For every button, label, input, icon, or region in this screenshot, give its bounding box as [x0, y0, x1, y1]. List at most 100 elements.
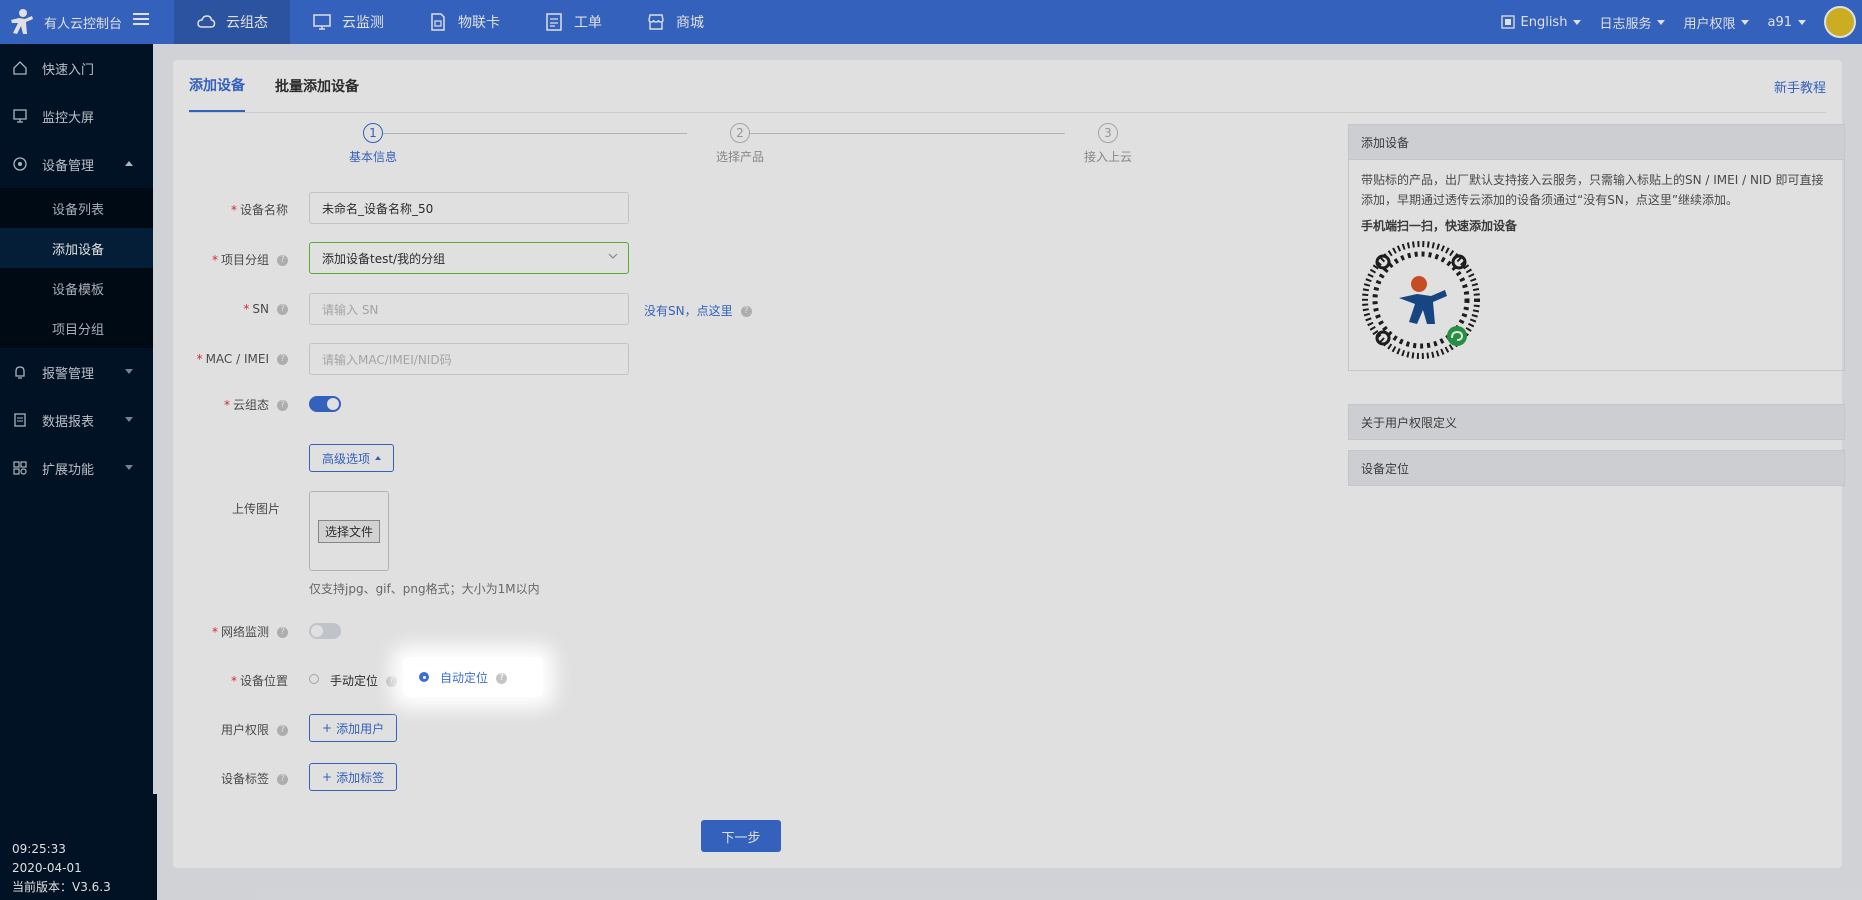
no-sn-link-wrap: 没有SN，点这里?: [644, 302, 752, 319]
sidebar-item-alarm[interactable]: 报警管理: [0, 348, 153, 396]
sidebar-subitem-project-group[interactable]: 项目分组: [0, 308, 153, 348]
plus-icon: +: [322, 770, 333, 784]
tutorial-link[interactable]: 新手教程: [1774, 77, 1826, 96]
device-tag-label: 设备标签?: [173, 770, 288, 787]
help-icon: ?: [277, 627, 288, 638]
add-tag-button[interactable]: + 添加标签: [309, 763, 398, 791]
sidebar-subitem-add-device[interactable]: 添加设备: [0, 228, 153, 268]
user-permission-label: 用户权限: [1683, 16, 1736, 32]
advanced-options-button[interactable]: 高级选项: [309, 444, 395, 472]
screen-icon: [13, 109, 27, 123]
qr-code-image: [1361, 240, 1481, 360]
sidebar-item-report[interactable]: 数据报表: [0, 396, 153, 444]
user-menu[interactable]: a91: [1767, 15, 1806, 30]
chevron-down-icon: [125, 369, 133, 374]
sidebar-item-label: 扩展功能: [42, 462, 95, 478]
language-icon: [1500, 15, 1515, 29]
logo-icon: [11, 9, 33, 34]
panel-description: 带贴标的产品，出厂默认支持接入云服务，只需输入标贴上的SN / IMEI / N…: [1361, 173, 1824, 207]
tab-add-device[interactable]: 添加设备: [189, 60, 245, 112]
user-permission-label: 用户权限?: [173, 721, 288, 738]
step-label-1: 基本信息: [348, 150, 397, 164]
auto-location-label[interactable]: 自动定位?: [440, 669, 508, 686]
store-icon: [648, 14, 664, 30]
manual-location-label[interactable]: 手动定位?: [330, 672, 398, 689]
cloud-config-toggle[interactable]: [309, 396, 341, 412]
sim-card-icon: [431, 13, 445, 31]
panel-title[interactable]: 关于用户权限定义: [1348, 404, 1845, 440]
advanced-label: 高级选项: [322, 451, 371, 466]
sidebar-item-extensions[interactable]: 扩展功能: [0, 444, 153, 492]
footer-date: 2020-04-01: [12, 861, 82, 875]
nav-cloud-config[interactable]: 云组态: [174, 0, 290, 44]
project-group-value: 添加设备test/我的分组: [322, 251, 446, 266]
sidebar-item-label: 报警管理: [42, 366, 95, 382]
manual-location-radio[interactable]: [309, 674, 319, 684]
nav-label: 云监测: [342, 15, 384, 31]
tour-spotlight: 自动定位?: [403, 657, 543, 697]
cloud-config-label: * 云组态?: [173, 396, 288, 413]
chevron-down-icon: [125, 465, 133, 470]
upload-box: 选择文件: [309, 491, 389, 571]
user-permission-menu[interactable]: 用户权限: [1683, 13, 1750, 32]
help-icon: ?: [277, 774, 288, 785]
network-monitor-label: * 网络监测?: [173, 623, 288, 640]
sidebar-item-label: 监控大屏: [42, 110, 95, 126]
panel-title[interactable]: 添加设备: [1348, 124, 1845, 160]
monitor-icon: [313, 14, 331, 30]
choose-file-button[interactable]: 选择文件: [317, 519, 380, 543]
log-service-menu[interactable]: 日志服务: [1599, 13, 1666, 32]
report-icon: [14, 413, 26, 427]
bell-icon: [15, 366, 25, 379]
auto-location-radio[interactable]: [419, 672, 429, 682]
cloud-icon: [197, 15, 216, 28]
plus-icon: +: [322, 721, 333, 735]
sidebar-footer: 09:25:33 2020-04-01 当前版本：V3.6.3: [0, 794, 157, 900]
sn-input[interactable]: 请输入 SN: [309, 293, 629, 325]
upload-hint: 仅支持jpg、gif、png格式；大小为1M以内: [309, 582, 540, 596]
step-label-2: 选择产品: [715, 150, 764, 164]
menu-icon[interactable]: [132, 10, 150, 28]
nav-sim-card[interactable]: 物联卡: [406, 0, 522, 44]
chevron-down-icon: [1657, 19, 1666, 25]
step-connector: [373, 133, 687, 134]
nav-cloud-monitor[interactable]: 云监测: [290, 0, 406, 44]
avatar[interactable]: [1824, 6, 1856, 38]
nav-store[interactable]: 商城: [624, 0, 726, 44]
project-group-select[interactable]: 添加设备test/我的分组: [309, 242, 629, 274]
tab-batch-add-device[interactable]: 批量添加设备: [275, 60, 359, 112]
sidebar-item-label: 设备管理: [42, 158, 95, 174]
no-sn-link[interactable]: 没有SN，点这里: [644, 304, 733, 318]
language-label: English: [1520, 14, 1568, 30]
home-icon: [13, 61, 27, 75]
sidebar-item-quick-start[interactable]: 快速入门: [0, 44, 153, 92]
panel-title[interactable]: 设备定位: [1348, 450, 1845, 486]
device-name-input[interactable]: 未命名_设备名称_50: [309, 192, 629, 224]
help-icon: ?: [277, 354, 288, 365]
sidebar-item-device-management[interactable]: 设备管理: [0, 140, 153, 188]
chevron-down-icon: [1798, 19, 1806, 25]
step-label-3: 接入上云: [1083, 150, 1132, 164]
add-user-button[interactable]: + 添加用户: [309, 714, 398, 742]
sidebar-subitem-device-template[interactable]: 设备模板: [0, 268, 153, 308]
side-panel-location: 设备定位: [1348, 450, 1845, 486]
nav-ticket[interactable]: 工单: [522, 0, 624, 44]
scan-tip: 手机端扫一扫，快速添加设备: [1361, 219, 1518, 233]
step-circle-2: 2: [730, 123, 750, 143]
mac-label: * MAC / IMEI?: [173, 352, 288, 366]
mac-imei-input[interactable]: 请输入MAC/IMEI/NID码: [309, 343, 629, 375]
sn-label: * SN?: [173, 302, 288, 316]
sidebar-item-monitor-screen[interactable]: 监控大屏: [0, 92, 153, 140]
nav-label: 工单: [574, 15, 602, 31]
help-icon: ?: [277, 255, 288, 266]
nav-label: 商城: [676, 15, 704, 31]
help-icon: ?: [277, 304, 288, 315]
language-selector[interactable]: English: [1500, 14, 1582, 30]
user-name: a91: [1767, 14, 1792, 30]
help-icon: ?: [386, 676, 398, 687]
sidebar: 快速入门 监控大屏 设备管理 设备列表 添加设备 设备模板 项目分组 报警管理 …: [0, 44, 153, 900]
sidebar-subitem-device-list[interactable]: 设备列表: [0, 188, 153, 228]
device-name-label: * 设备名称: [230, 203, 288, 217]
network-monitor-toggle[interactable]: [309, 623, 341, 639]
next-step-button[interactable]: 下一步: [701, 820, 781, 852]
